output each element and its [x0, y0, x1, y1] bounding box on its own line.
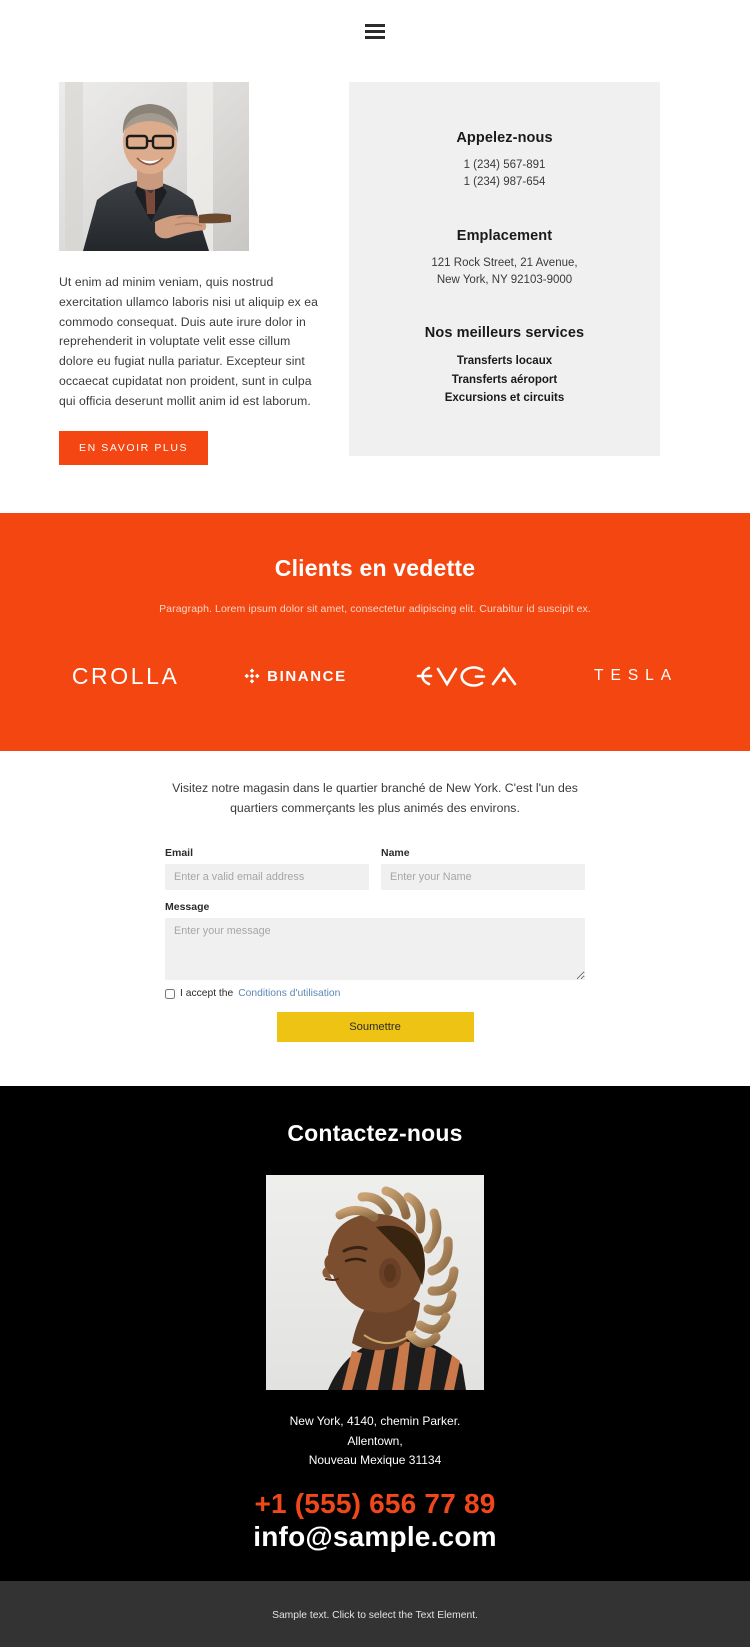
intro-left-column: Ut enim ad minim veniam, quis nostrud ex… — [0, 82, 345, 466]
footer-phone[interactable]: +1 (555) 656 77 89 — [0, 1488, 750, 1520]
contact-footer-section: Contactez-nous New York, 4140, chemin Pa… — [0, 1086, 750, 1582]
evga-logo-mark — [417, 666, 517, 688]
contact-form: Email Name Message I accept the Conditio… — [165, 847, 585, 1043]
address-line-1: 121 Rock Street, 21 Avenue, — [431, 256, 578, 269]
learn-more-button[interactable]: EN SAVOIR PLUS — [59, 431, 209, 466]
footer-address-line-2: Allentown, — [347, 1433, 403, 1448]
form-intro-text: Visitez notre magasin dans le quartier b… — [0, 779, 750, 819]
phone-number-2[interactable]: 1 (234) 987-654 — [369, 174, 640, 191]
tesla-logo[interactable]: TESLA — [594, 659, 678, 693]
name-input[interactable] — [381, 864, 585, 891]
message-label: Message — [165, 901, 210, 914]
message-field-group: Message — [165, 901, 585, 981]
portrait-image — [59, 82, 249, 251]
avatar — [59, 82, 249, 251]
contact-form-section: Visitez notre magasin dans le quartier b… — [0, 751, 750, 1087]
footer-portrait — [266, 1175, 484, 1391]
evga-logo[interactable] — [410, 659, 530, 693]
service-item[interactable]: Transferts aéroport — [369, 371, 640, 390]
hamburger-menu-icon[interactable] — [365, 23, 385, 39]
crolla-logo[interactable]: CROLLA — [72, 659, 180, 693]
footer-address: New York, 4140, chemin Parker. Allentown… — [0, 1412, 750, 1470]
services-title: Nos meilleurs services — [424, 325, 585, 341]
form-row-email-name: Email Name — [165, 847, 585, 891]
binance-logo-text: BINANCE — [267, 667, 347, 685]
clients-subtitle: Paragraph. Lorem ipsum dolor sit amet, c… — [159, 603, 591, 616]
name-label: Name — [381, 847, 410, 860]
terms-acceptance-row: I accept the Conditions d'utilisation — [165, 988, 585, 999]
footer-address-line-3: Nouveau Mexique 31134 — [308, 1453, 442, 1468]
accept-terms-checkbox[interactable] — [165, 988, 175, 999]
hamburger-bar — [365, 23, 385, 27]
client-logos-row: CROLLA BINANCE TESLA — [0, 659, 750, 693]
terms-link[interactable]: Conditions d'utilisation — [238, 988, 340, 999]
phone-number-1[interactable]: 1 (234) 567-891 — [369, 157, 640, 174]
clients-title: Clients en vedette — [274, 555, 476, 582]
crolla-logo-text: CROLLA — [71, 662, 180, 689]
intro-section: Ut enim ad minim veniam, quis nostrud ex… — [0, 62, 750, 514]
bottom-bar-text: Sample text. Click to select the Text El… — [272, 1610, 478, 1622]
contact-info-panel: Appelez-nous 1 (234) 567-891 1 (234) 987… — [349, 82, 660, 456]
accept-terms-text: I accept the — [180, 988, 234, 1000]
footer-email[interactable]: info@sample.com — [0, 1521, 750, 1553]
submit-button[interactable]: Soumettre — [276, 1012, 474, 1043]
footer-portrait-image — [266, 1175, 484, 1391]
message-textarea[interactable] — [165, 918, 585, 981]
landing-page: Ut enim ad minim veniam, quis nostrud ex… — [0, 0, 750, 1647]
site-header — [0, 0, 750, 62]
email-field-group: Email — [165, 847, 369, 891]
binance-logo[interactable]: BINANCE — [243, 659, 347, 693]
call-us-title: Appelez-nous — [456, 130, 553, 146]
email-input[interactable] — [165, 864, 369, 891]
tesla-logo-text: TESLA — [594, 667, 679, 685]
location-title: Emplacement — [456, 227, 553, 244]
featured-clients-section: Clients en vedette Paragraph. Lorem ipsu… — [0, 513, 750, 752]
intro-paragraph: Ut enim ad minim veniam, quis nostrud ex… — [59, 275, 319, 408]
footer-title: Contactez-nous — [287, 1120, 463, 1147]
service-item[interactable]: Transferts locaux — [369, 352, 640, 371]
form-intro-line-1: Visitez notre magasin dans le quartier b… — [172, 781, 502, 796]
address-line-2: New York, NY 92103-9000 — [436, 273, 573, 286]
name-field-group: Name — [381, 847, 585, 891]
email-label: Email — [165, 847, 194, 860]
hamburger-bar — [365, 29, 385, 33]
hamburger-bar — [365, 35, 385, 39]
service-item[interactable]: Excursions et circuits — [369, 389, 640, 408]
footer-address-line-1: New York, 4140, chemin Parker. — [289, 1414, 461, 1429]
bottom-bar: Sample text. Click to select the Text El… — [0, 1581, 750, 1647]
binance-diamond-icon — [244, 668, 260, 684]
